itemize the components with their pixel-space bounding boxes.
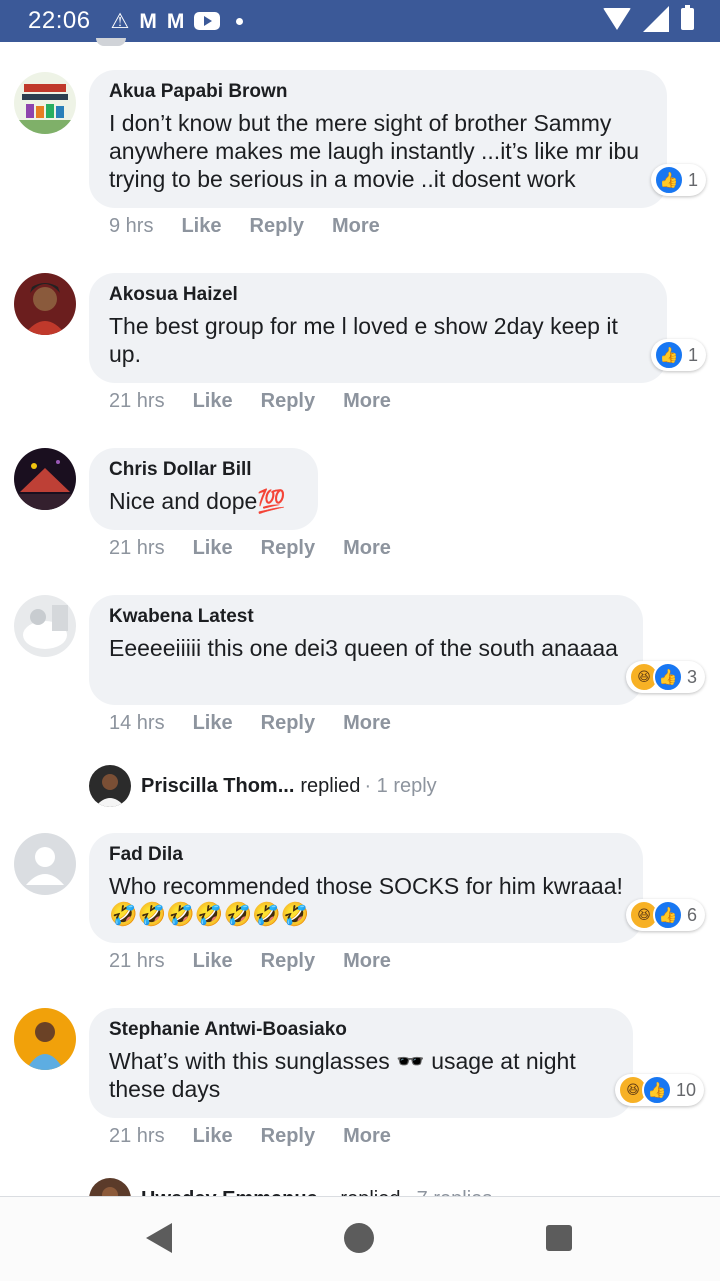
like-button[interactable]: Like <box>193 712 233 735</box>
comment-text: The best group for me l loved e show 2da… <box>109 313 618 367</box>
avatar[interactable] <box>14 833 76 895</box>
comment-actions: 9 hrs Like Reply More <box>109 215 408 238</box>
more-button[interactable]: More <box>332 215 380 238</box>
comment-bubble[interactable]: Kwabena Latest Eeeeeiiiii this one dei3 … <box>89 595 643 705</box>
wifi-icon <box>603 8 631 30</box>
reply-button[interactable]: Reply <box>261 1125 315 1148</box>
like-button[interactable]: Like <box>193 1125 233 1148</box>
recent-apps-icon[interactable] <box>546 1225 572 1251</box>
comment-time: 21 hrs <box>109 950 165 972</box>
like-button[interactable]: Like <box>193 950 233 973</box>
reaction-count: 10 <box>676 1079 697 1100</box>
reaction-summary[interactable]: 😆 👍 10 <box>615 1074 705 1106</box>
comment-text: Who recommended those SOCKS for him kwra… <box>109 873 623 927</box>
avatar[interactable] <box>14 448 76 510</box>
comment-time: 14 hrs <box>109 712 165 734</box>
more-button[interactable]: More <box>343 390 391 413</box>
reply-button[interactable]: Reply <box>261 390 315 413</box>
more-button[interactable]: More <box>343 950 391 973</box>
comment-actions: 21 hrs Like Reply More <box>109 390 419 413</box>
reaction-summary[interactable]: 👍 1 <box>651 339 707 371</box>
gmail-icon: M <box>139 9 157 33</box>
previous-avatar-stub <box>96 38 126 46</box>
youtube-icon <box>194 12 221 30</box>
battery-icon <box>681 5 694 30</box>
comment-actions: 21 hrs Like Reply More <box>109 537 419 560</box>
like-reaction-icon: 👍 <box>653 662 683 692</box>
reply-count[interactable]: · 1 reply <box>364 775 436 798</box>
comment-time: 9 hrs <box>109 215 154 237</box>
reply-button[interactable]: Reply <box>261 950 315 973</box>
reply-button[interactable]: Reply <box>250 215 304 238</box>
comment-author[interactable]: Fad Dila <box>109 843 623 866</box>
comment-bubble[interactable]: Akua Papabi Brown I don’t know but the m… <box>89 70 667 208</box>
reaction-summary[interactable]: 😆 👍 3 <box>626 661 706 693</box>
comment-text: Nice and dope💯 <box>109 488 286 514</box>
comment-bubble[interactable]: Fad Dila Who recommended those SOCKS for… <box>89 833 643 943</box>
reply-button[interactable]: Reply <box>261 712 315 735</box>
gmail-icon-2: M <box>166 9 185 33</box>
comment-time: 21 hrs <box>109 390 165 412</box>
comment-time: 21 hrs <box>109 1125 165 1147</box>
like-button[interactable]: Like <box>193 537 233 560</box>
back-icon[interactable] <box>146 1223 172 1253</box>
avatar[interactable] <box>14 273 76 335</box>
reaction-summary[interactable]: 👍 1 <box>651 164 707 196</box>
warning-icon: ⚠ <box>110 9 130 33</box>
reaction-count: 1 <box>688 169 699 190</box>
more-button[interactable]: More <box>343 1125 391 1148</box>
comment-actions: 21 hrs Like Reply More <box>109 1125 419 1148</box>
reply-action: replied <box>300 774 361 797</box>
comment-bubble[interactable]: Akosua Haizel The best group for me l lo… <box>89 273 667 383</box>
avatar[interactable] <box>14 1008 76 1070</box>
signal-icon <box>643 6 669 32</box>
like-reaction-icon: 👍 <box>654 340 684 370</box>
comment-bubble[interactable]: Chris Dollar Bill Nice and dope💯 <box>89 448 318 530</box>
comment-author[interactable]: Akosua Haizel <box>109 283 647 306</box>
avatar[interactable] <box>14 72 76 134</box>
system-nav-bar <box>0 1196 720 1281</box>
more-button[interactable]: More <box>343 712 391 735</box>
reaction-count: 6 <box>687 904 698 925</box>
comment-author[interactable]: Chris Dollar Bill <box>109 458 298 481</box>
status-bar: 22:06 ⚠ M M <box>0 0 720 42</box>
comment-text: What’s with this sunglasses 🕶️ usage at … <box>109 1048 576 1102</box>
comment-bubble[interactable]: Stephanie Antwi-Boasiako What’s with thi… <box>89 1008 633 1118</box>
clock: 22:06 <box>28 7 91 34</box>
comment-text: Eeeeeiiiii this one dei3 queen of the so… <box>109 635 618 661</box>
like-reaction-icon: 👍 <box>654 165 684 195</box>
comment-time: 21 hrs <box>109 537 165 559</box>
reply-preview[interactable]: Priscilla Thom... replied · 1 reply <box>89 765 437 807</box>
like-reaction-icon: 👍 <box>642 1075 672 1105</box>
comment-text: I don’t know but the mere sight of broth… <box>109 110 640 192</box>
avatar[interactable] <box>14 595 76 657</box>
comment-actions: 21 hrs Like Reply More <box>109 950 419 973</box>
like-reaction-icon: 👍 <box>653 900 683 930</box>
reply-button[interactable]: Reply <box>261 537 315 560</box>
reply-avatar <box>89 765 131 807</box>
reaction-count: 3 <box>687 666 698 687</box>
like-button[interactable]: Like <box>181 215 221 238</box>
notification-dot-icon <box>236 17 244 25</box>
comment-author[interactable]: Kwabena Latest <box>109 605 623 628</box>
comment-actions: 14 hrs Like Reply More <box>109 712 419 735</box>
reaction-count: 1 <box>688 344 699 365</box>
reply-author[interactable]: Priscilla Thom... <box>141 775 294 798</box>
more-button[interactable]: More <box>343 537 391 560</box>
comment-author[interactable]: Akua Papabi Brown <box>109 80 647 103</box>
reaction-summary[interactable]: 😆 👍 6 <box>626 899 706 931</box>
comment-author[interactable]: Stephanie Antwi-Boasiako <box>109 1018 613 1041</box>
home-icon[interactable] <box>344 1223 374 1253</box>
like-button[interactable]: Like <box>193 390 233 413</box>
